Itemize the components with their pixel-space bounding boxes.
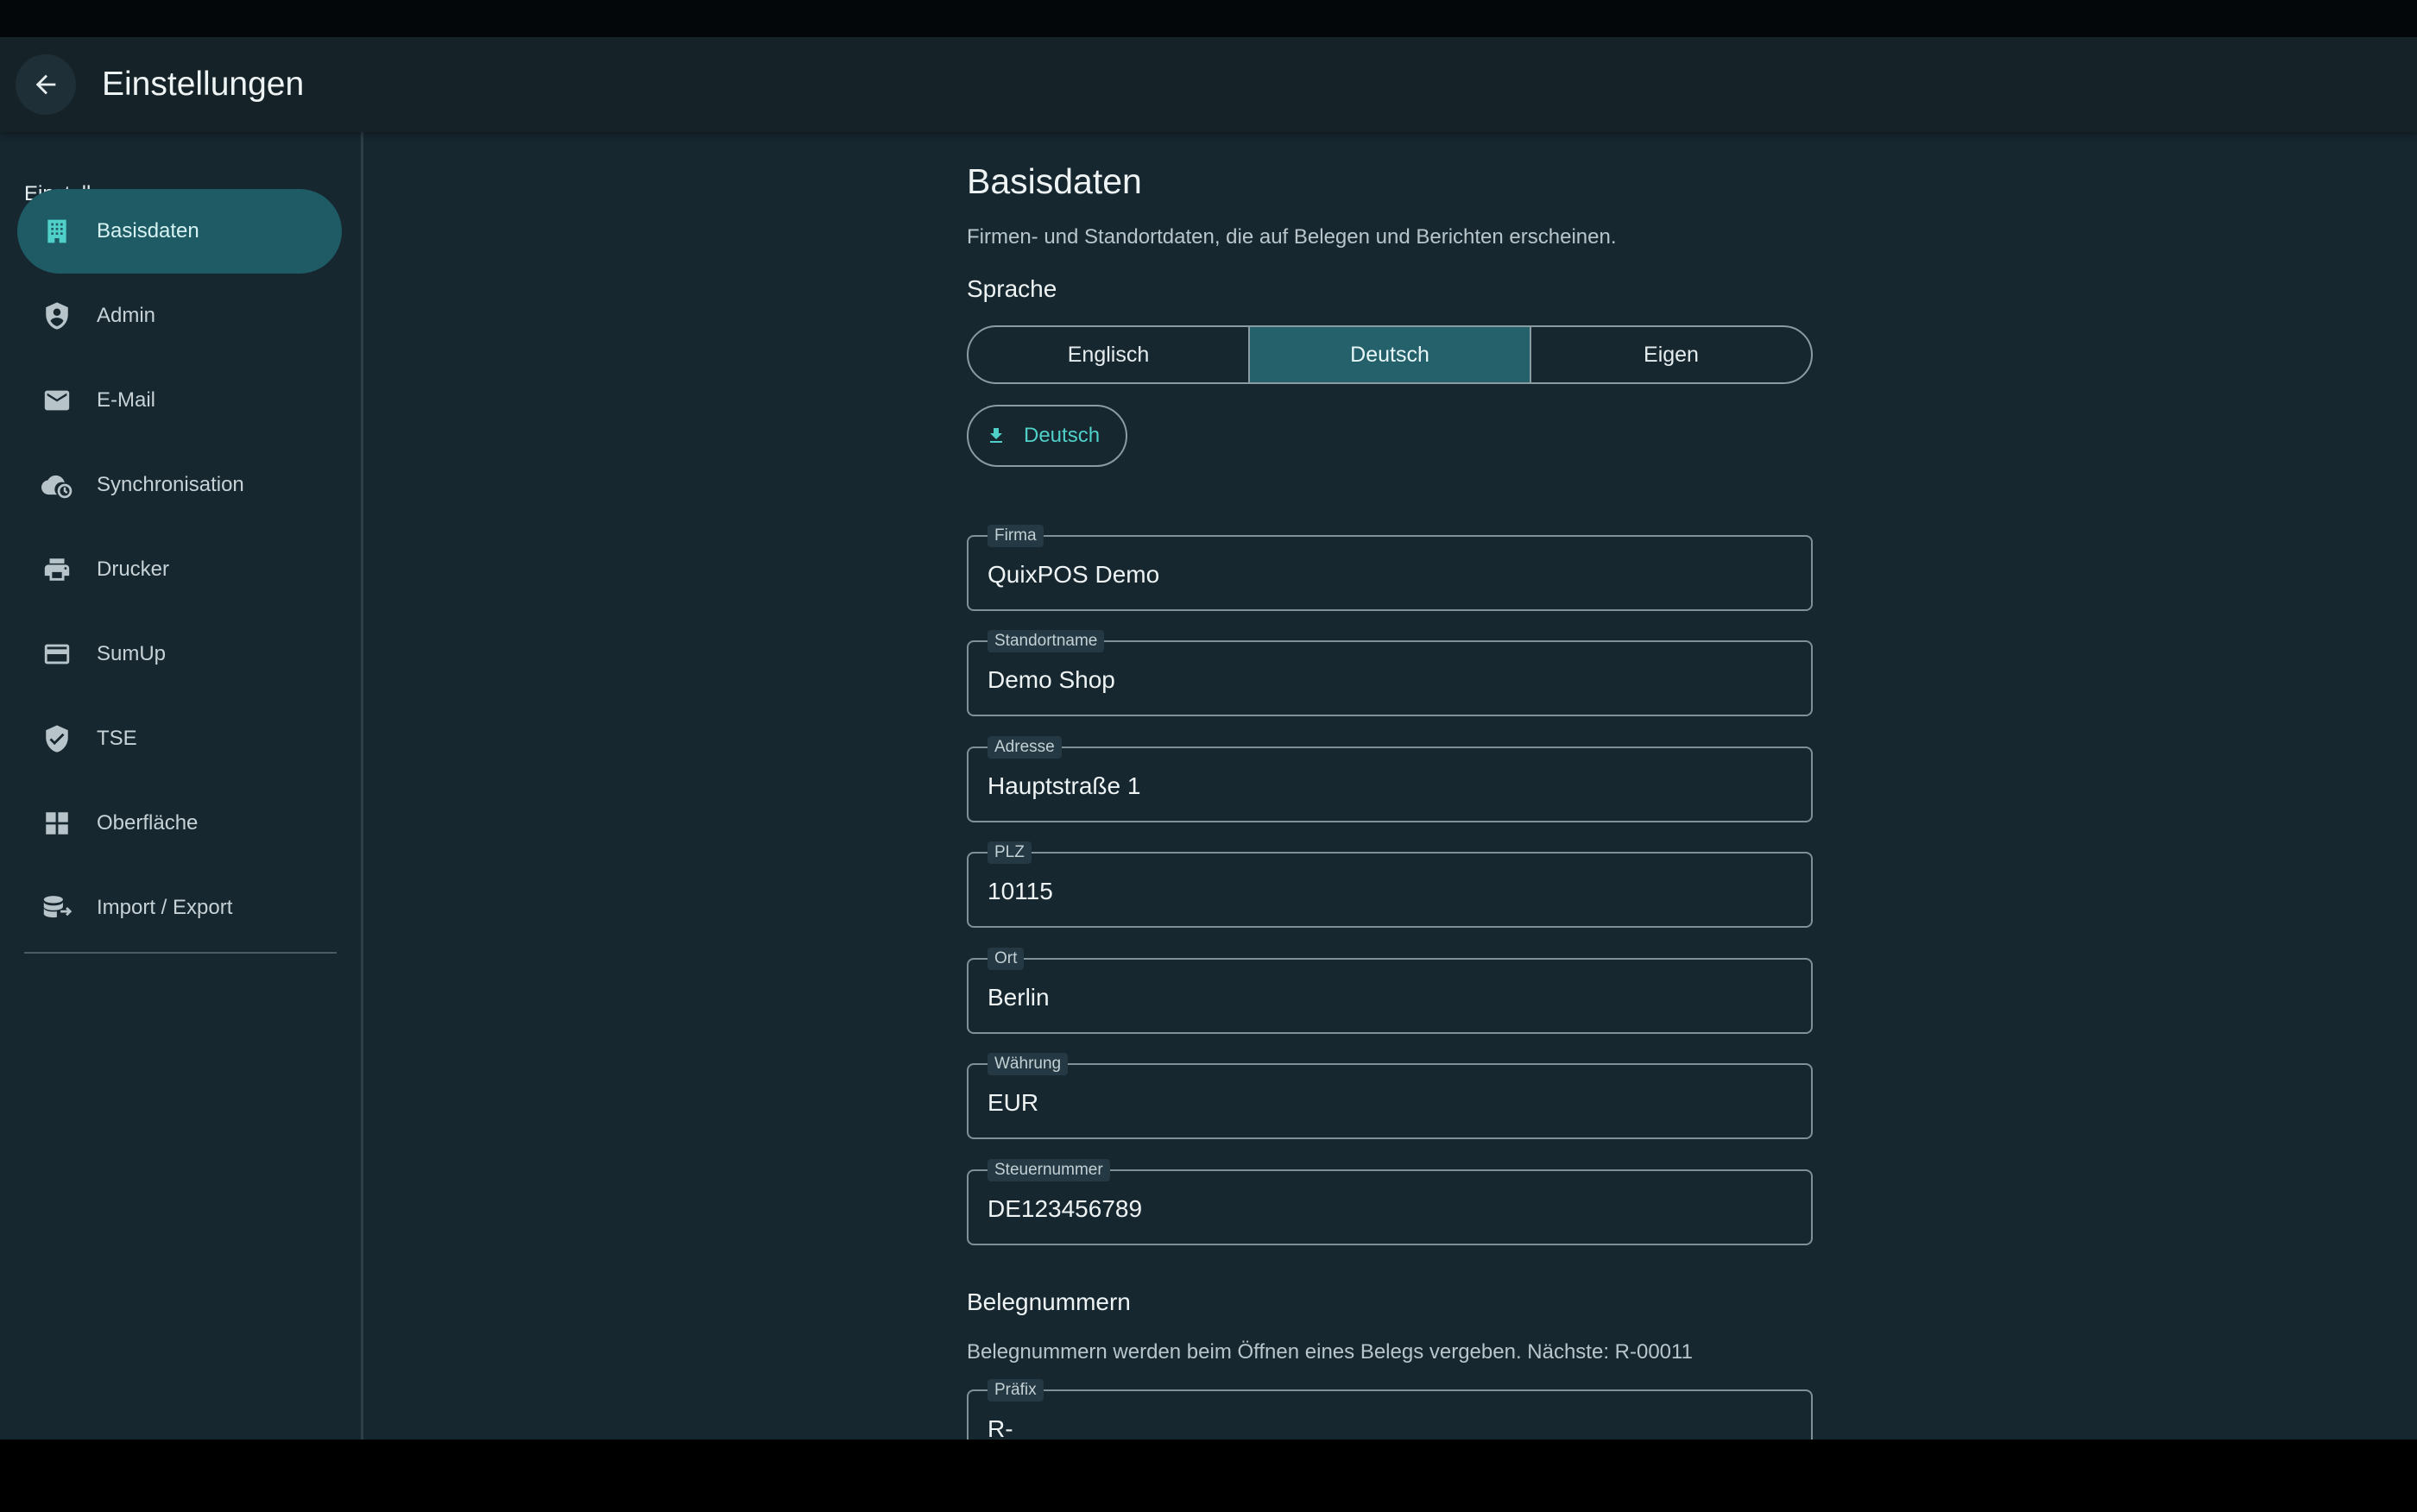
sidebar-item-label: SumUp xyxy=(97,642,167,665)
sidebar-item-synchronisation[interactable]: Synchronisation xyxy=(17,443,342,527)
settings-screen: Einstellungen Einstellungen Basisdaten A… xyxy=(0,37,2417,1440)
app-title: Einstellungen xyxy=(102,66,305,103)
back-button[interactable] xyxy=(16,54,76,115)
credit-card-icon xyxy=(41,639,73,670)
language-option-deutsch[interactable]: Deutsch xyxy=(1248,327,1530,382)
sidebar: Einstellungen Basisdaten Admin E-Mail xyxy=(0,132,363,1440)
page-subtitle: Firmen- und Standortdaten, die auf Beleg… xyxy=(967,225,1617,249)
steuernummer-field[interactable]: Steuernummer DE123456789 xyxy=(967,1159,1813,1245)
standortname-field[interactable]: Standortname Demo Shop xyxy=(967,630,1813,716)
receipts-description: Belegnummern werden beim Öffnen eines Be… xyxy=(967,1340,1693,1364)
sidebar-item-label: Oberfläche xyxy=(97,811,199,835)
field-label: Präfix xyxy=(988,1379,1044,1402)
field-value: EUR xyxy=(988,1089,1039,1116)
download-language-button[interactable]: Deutsch xyxy=(967,405,1128,467)
bottom-letterbox xyxy=(0,1440,2417,1512)
field-value: Berlin xyxy=(988,984,1050,1011)
language-selector: Englisch Deutsch Eigen xyxy=(967,325,1813,384)
printer-icon xyxy=(41,554,73,585)
field-value: R- xyxy=(988,1415,1013,1440)
app-bar: Einstellungen xyxy=(0,37,2417,132)
sidebar-item-label: Drucker xyxy=(97,558,170,581)
sidebar-item-sumup[interactable]: SumUp xyxy=(17,612,342,696)
sidebar-item-label: Import / Export xyxy=(97,896,233,919)
language-option-englisch[interactable]: Englisch xyxy=(969,327,1248,382)
download-language-label: Deutsch xyxy=(1024,424,1101,447)
field-label: Standortname xyxy=(988,630,1105,652)
cloud-sync-icon xyxy=(41,469,73,501)
waehrung-field[interactable]: Währung EUR xyxy=(967,1053,1813,1139)
grid-icon xyxy=(41,808,73,839)
download-icon xyxy=(990,428,1002,443)
sidebar-item-tse[interactable]: TSE xyxy=(17,696,342,781)
sidebar-item-label: E-Mail xyxy=(97,388,156,412)
shield-person-icon xyxy=(41,300,73,331)
sidebar-item-email[interactable]: E-Mail xyxy=(17,358,342,443)
building-icon xyxy=(41,216,73,247)
field-label: Adresse xyxy=(988,736,1062,759)
language-option-eigen[interactable]: Eigen xyxy=(1530,327,1811,382)
field-label: Ort xyxy=(988,948,1025,970)
arrow-back-icon xyxy=(35,74,56,95)
plz-field[interactable]: PLZ 10115 xyxy=(967,841,1813,928)
sidebar-item-label: Admin xyxy=(97,304,156,327)
database-import-icon xyxy=(41,892,73,923)
adresse-field[interactable]: Adresse Hauptstraße 1 xyxy=(967,736,1813,822)
sidebar-item-oberflaeche[interactable]: Oberfläche xyxy=(17,781,342,866)
field-label: Firma xyxy=(988,525,1044,547)
praefix-field[interactable]: Präfix R- xyxy=(967,1379,1813,1440)
firma-field[interactable]: Firma QuixPOS Demo xyxy=(967,525,1813,611)
field-label: Währung xyxy=(988,1053,1069,1075)
sidebar-item-admin[interactable]: Admin xyxy=(17,274,342,358)
receipts-heading: Belegnummern xyxy=(967,1288,1131,1315)
sidebar-item-label: Synchronisation xyxy=(97,473,244,496)
field-value: QuixPOS Demo xyxy=(988,561,1160,588)
sidebar-item-basisdaten[interactable]: Basisdaten xyxy=(17,189,342,274)
page-title: Basisdaten xyxy=(967,161,1142,201)
sidebar-item-drucker[interactable]: Drucker xyxy=(17,527,342,612)
field-value: 10115 xyxy=(988,878,1053,904)
mail-icon xyxy=(41,385,73,416)
sidebar-item-label: TSE xyxy=(97,727,137,750)
sidebar-divider xyxy=(24,952,337,954)
sidebar-item-label: Basisdaten xyxy=(97,219,199,243)
field-label: Steuernummer xyxy=(988,1159,1110,1181)
field-value: DE123456789 xyxy=(988,1195,1143,1222)
language-heading: Sprache xyxy=(967,275,1057,302)
field-label: PLZ xyxy=(988,841,1032,864)
field-value: Demo Shop xyxy=(988,666,1115,693)
shield-check-icon xyxy=(41,723,73,754)
field-value: Hauptstraße 1 xyxy=(988,772,1141,799)
ort-field[interactable]: Ort Berlin xyxy=(967,948,1813,1034)
sidebar-item-import-export[interactable]: Import / Export xyxy=(17,866,342,950)
